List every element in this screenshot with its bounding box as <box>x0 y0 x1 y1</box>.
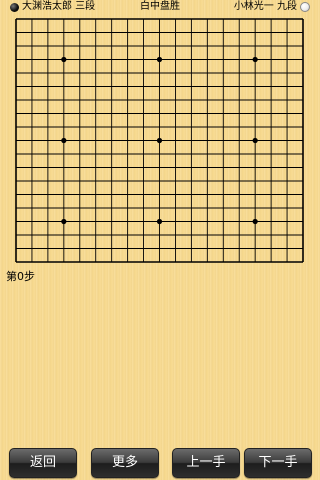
star-point <box>61 56 67 63</box>
star-point <box>156 218 163 225</box>
star-point <box>156 137 163 144</box>
star-point <box>252 56 258 63</box>
star-point <box>156 56 163 63</box>
star-point <box>61 218 67 225</box>
star-point <box>252 137 258 144</box>
previous-move-button[interactable]: 上一手 <box>172 448 240 478</box>
star-point <box>252 218 258 225</box>
more-button[interactable]: 更多 <box>91 448 159 478</box>
move-counter: 第0步 <box>6 270 35 283</box>
star-point <box>61 137 67 144</box>
go-board[interactable] <box>0 0 320 266</box>
footer-toolbar: 返回 更多 上一手 下一手 <box>0 448 320 478</box>
back-button[interactable]: 返回 <box>9 448 77 478</box>
next-move-button[interactable]: 下一手 <box>244 448 312 478</box>
